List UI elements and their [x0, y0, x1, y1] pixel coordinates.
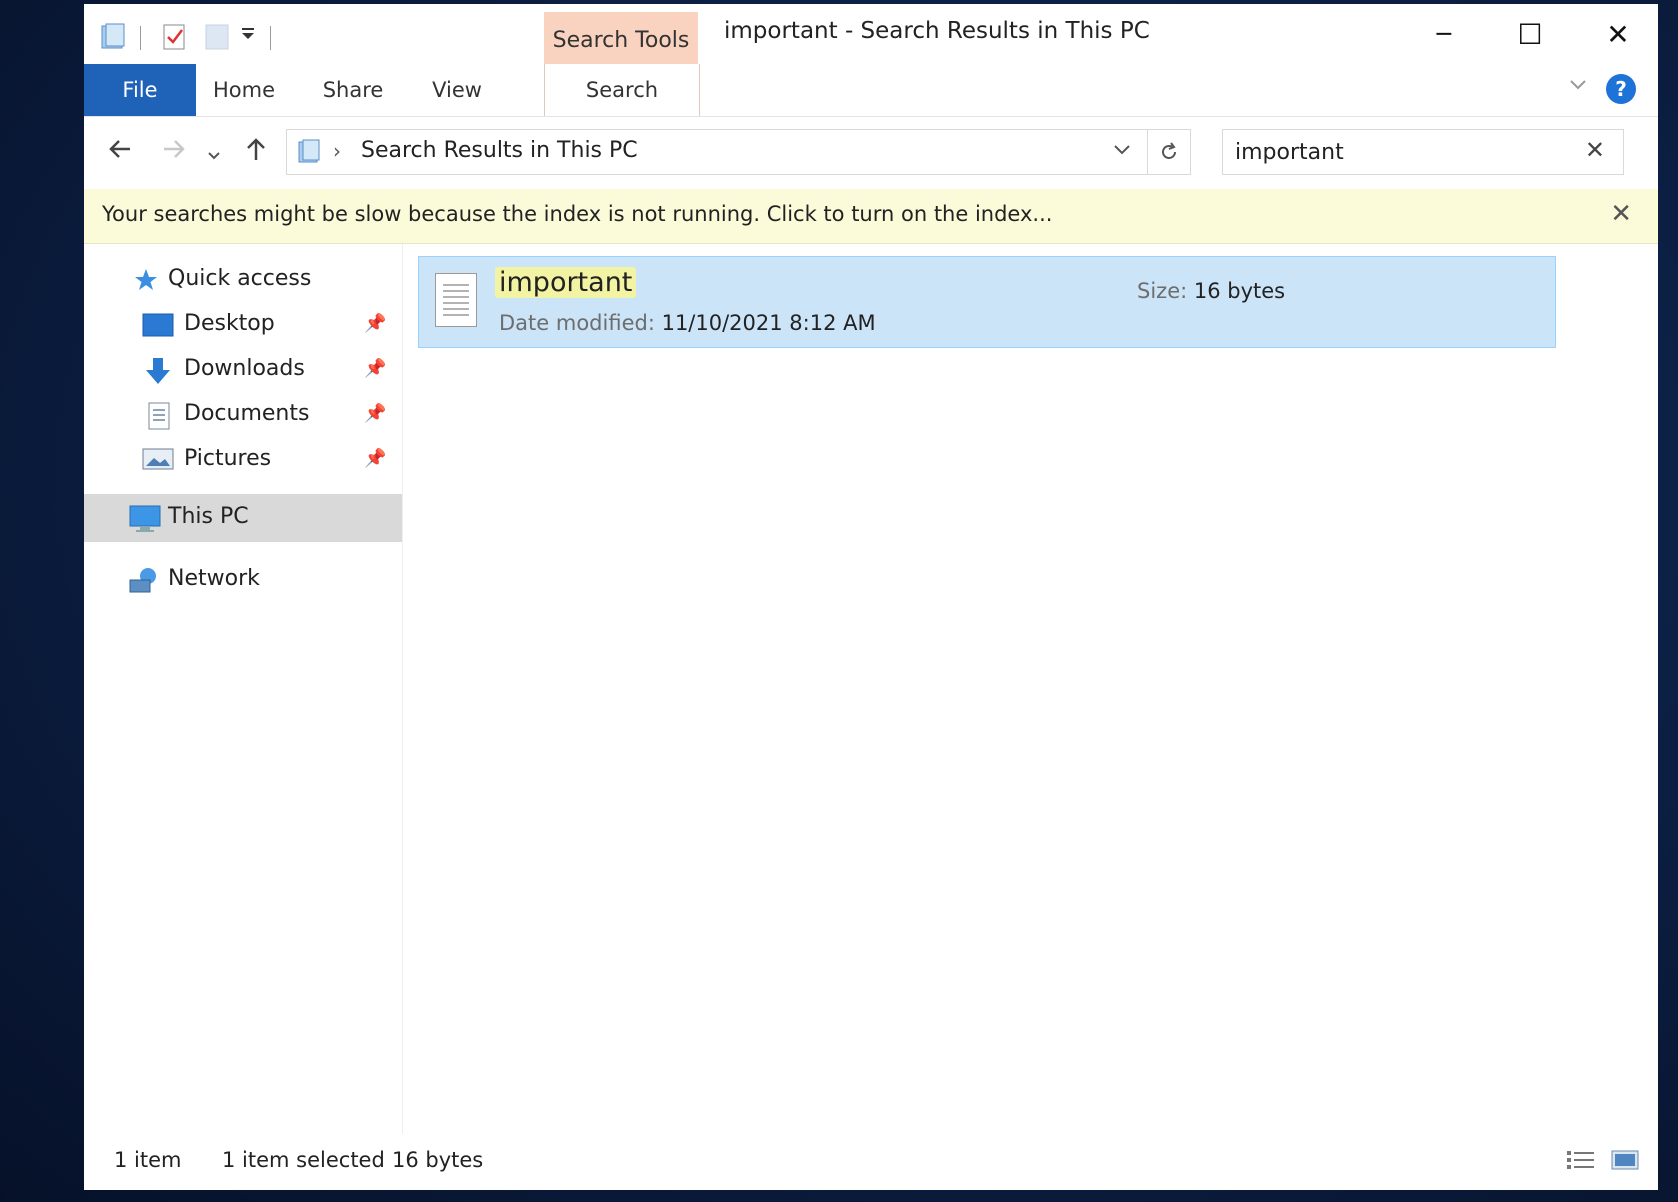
file-size: Size: 16 bytes [1137, 279, 1285, 303]
tab-home[interactable]: Home [204, 64, 284, 116]
help-button[interactable]: ? [1606, 74, 1636, 104]
status-bar: 1 item 1 item selected 16 bytes [84, 1134, 1658, 1190]
size-label: Size: [1137, 279, 1188, 303]
file-name[interactable]: important [495, 267, 637, 298]
date-modified-value: 11/10/2021 8:12 AM [661, 311, 876, 335]
results-pane: important Date modified: 11/10/2021 8:12… [404, 244, 1658, 1134]
download-arrow-icon [142, 356, 172, 384]
close-button[interactable]: ✕ [1588, 12, 1648, 56]
customize-toolbar-dropdown-icon[interactable] [240, 26, 256, 46]
text-file-icon [435, 273, 477, 327]
address-path[interactable]: Search Results in This PC [361, 138, 638, 163]
minimize-button[interactable]: ─ [1414, 12, 1474, 56]
recent-locations-chevron-icon[interactable] [206, 141, 222, 171]
refresh-button[interactable] [1148, 129, 1191, 175]
sidebar-item-this-pc[interactable]: This PC [84, 494, 402, 542]
pin-icon: 📌 [364, 403, 387, 424]
search-tools-context-header: Search Tools [544, 12, 698, 64]
search-box[interactable]: ✕ [1222, 129, 1624, 175]
sidebar-item-label: Quick access [168, 266, 312, 291]
pin-icon: 📌 [364, 313, 387, 334]
pin-icon: 📌 [364, 448, 387, 469]
date-modified-label: Date modified: [499, 311, 655, 335]
index-warning-infobar[interactable]: Your searches might be slow because the … [84, 189, 1658, 244]
address-history-chevron-icon[interactable] [1111, 138, 1133, 165]
clear-search-icon[interactable]: ✕ [1585, 136, 1605, 164]
search-result-item[interactable]: important Date modified: 11/10/2021 8:12… [418, 256, 1556, 348]
pin-icon: 📌 [364, 358, 387, 379]
tab-file[interactable]: File [84, 64, 196, 116]
desktop-icon [142, 311, 174, 337]
computer-icon [128, 504, 161, 532]
breadcrumb-separator-icon[interactable]: › [333, 139, 341, 163]
search-input[interactable] [1233, 136, 1557, 168]
item-count: 1 item [114, 1148, 182, 1172]
expand-ribbon-chevron-icon[interactable] [1568, 74, 1588, 100]
sidebar-item-quick-access[interactable]: Quick access [84, 256, 402, 304]
maximize-button[interactable]: ☐ [1500, 12, 1560, 56]
properties-checkmark-icon[interactable] [160, 22, 190, 56]
sidebar-item-label: Pictures [184, 446, 272, 471]
tab-view[interactable]: View [420, 64, 494, 116]
sidebar-item-pictures[interactable]: Pictures 📌 [84, 436, 402, 484]
up-arrow-icon[interactable] [242, 135, 270, 170]
title-bar: Search Tools important - Search Results … [84, 4, 1658, 64]
new-folder-icon[interactable] [202, 22, 232, 56]
refresh-icon [1162, 142, 1176, 159]
date-modified: Date modified: 11/10/2021 8:12 AM [499, 311, 876, 335]
sidebar-item-desktop[interactable]: Desktop 📌 [84, 301, 402, 349]
documents-icon [146, 401, 176, 430]
folder-properties-icon[interactable] [98, 22, 128, 56]
file-explorer-window: Search Tools important - Search Results … [84, 4, 1658, 1190]
selection-size: 16 bytes [392, 1148, 484, 1172]
search-results-location-icon [295, 137, 325, 171]
close-infobar-icon[interactable]: ✕ [1610, 199, 1632, 229]
network-icon [128, 566, 158, 593]
star-icon [132, 266, 162, 292]
sidebar-item-documents[interactable]: Documents 📌 [84, 391, 402, 439]
selection-count: 1 item selected [222, 1148, 385, 1172]
tab-share[interactable]: Share [310, 64, 396, 116]
address-toolbar: › Search Results in This PC ✕ [84, 117, 1658, 189]
large-icons-view-icon[interactable] [1610, 1148, 1640, 1172]
sidebar-item-network[interactable]: Network [84, 556, 402, 604]
details-view-icon[interactable] [1566, 1148, 1596, 1172]
infobar-message[interactable]: Your searches might be slow because the … [102, 202, 1052, 226]
sidebar-item-label: Desktop [184, 311, 275, 336]
back-arrow-icon[interactable] [106, 135, 134, 170]
pictures-icon [142, 446, 174, 472]
sidebar-item-label: Network [168, 566, 260, 591]
address-bar[interactable]: › Search Results in This PC [286, 129, 1148, 175]
sidebar-item-label: This PC [168, 504, 249, 529]
sidebar-item-label: Downloads [184, 356, 305, 381]
size-value: 16 bytes [1193, 279, 1286, 303]
forward-arrow-icon[interactable] [160, 135, 188, 170]
window-title: important - Search Results in This PC [724, 18, 1150, 44]
sidebar-item-downloads[interactable]: Downloads 📌 [84, 346, 402, 394]
ribbon-tabs: File Home Share View Search ? [84, 64, 1658, 117]
sidebar-item-label: Documents [184, 401, 310, 426]
tab-search[interactable]: Search [544, 64, 700, 116]
navigation-pane: Quick access Desktop 📌 Downloads 📌 Docum… [84, 244, 403, 1134]
